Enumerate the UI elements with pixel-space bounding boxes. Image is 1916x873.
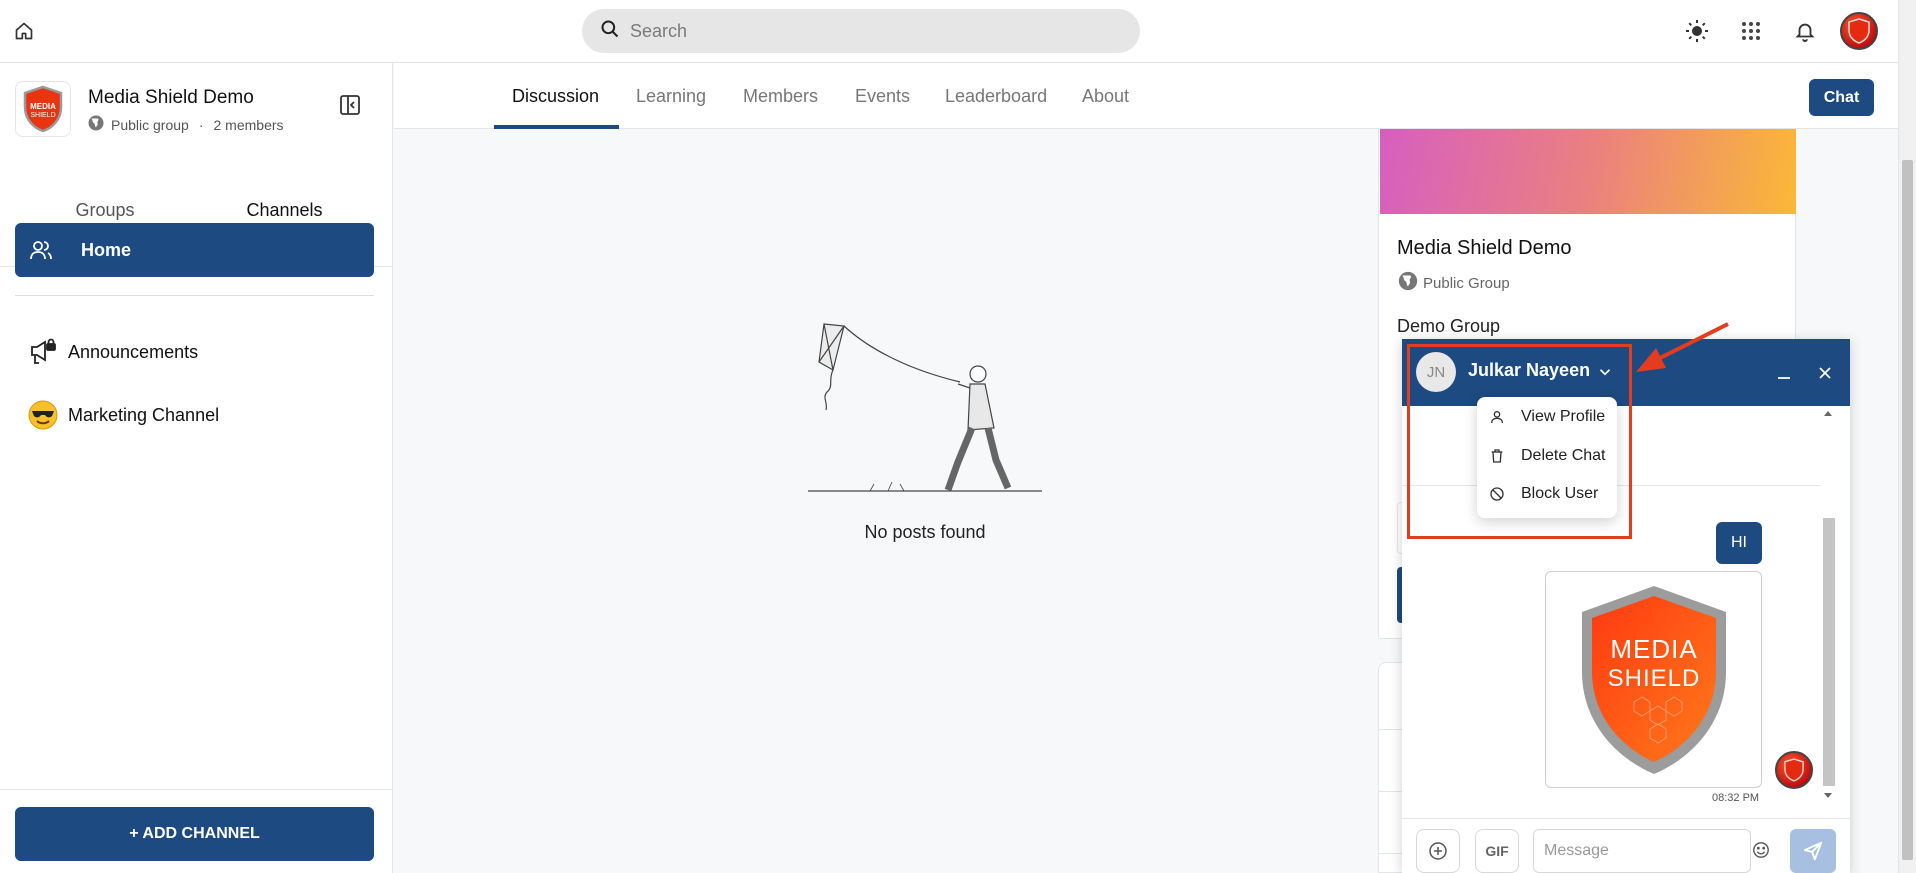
sidebar-item-label: Announcements bbox=[68, 341, 199, 362]
scroll-thumb[interactable] bbox=[1823, 518, 1835, 786]
tab-learning[interactable]: Learning bbox=[636, 63, 706, 129]
media-shield-logo-icon bbox=[1848, 18, 1870, 44]
add-attachment-button[interactable] bbox=[1416, 829, 1460, 873]
gif-button[interactable]: GIF bbox=[1475, 829, 1519, 873]
group-type: Public group bbox=[111, 116, 189, 133]
logo-text: MEDIA bbox=[1610, 634, 1697, 664]
collapse-sidebar-icon[interactable] bbox=[336, 91, 364, 119]
globe-icon bbox=[1397, 270, 1419, 296]
group-meta: Public group · 2 members bbox=[87, 114, 284, 135]
empty-state-text: No posts found bbox=[864, 522, 986, 542]
group-nav: Discussion Learning Members Events Leade… bbox=[394, 63, 1898, 129]
add-channel-button[interactable]: + ADD CHANNEL bbox=[15, 807, 374, 861]
divider bbox=[15, 295, 374, 296]
megaphone-lock-icon bbox=[27, 336, 59, 368]
search-icon bbox=[600, 19, 620, 44]
apps-grid-icon[interactable] bbox=[1736, 16, 1766, 46]
tab-members[interactable]: Members bbox=[743, 63, 818, 129]
meta-separator: · bbox=[198, 116, 204, 133]
close-icon[interactable] bbox=[1813, 361, 1837, 385]
search-input[interactable] bbox=[630, 20, 1110, 42]
chat-button[interactable]: Chat bbox=[1809, 79, 1874, 116]
tab-leaderboard[interactable]: Leaderboard bbox=[945, 63, 1047, 129]
empty-illustration bbox=[800, 310, 1050, 550]
message-image[interactable]: MEDIA SHIELD bbox=[1545, 571, 1762, 788]
sidebar-item-label: Marketing Channel bbox=[68, 404, 220, 425]
logo-text: MEDIA bbox=[30, 102, 56, 111]
page-scrollbar[interactable] bbox=[1898, 0, 1916, 873]
sidebar-item-marketing-channel[interactable]: Marketing Channel bbox=[15, 393, 374, 437]
kite-illustration-icon bbox=[808, 323, 1042, 492]
group-name: Media Shield Demo bbox=[88, 87, 254, 108]
scroll-up-icon[interactable] bbox=[1823, 409, 1833, 417]
logo-text: SHIELD bbox=[30, 112, 55, 119]
user-avatar[interactable] bbox=[1840, 12, 1878, 50]
sidebar-item-label: Home bbox=[81, 239, 132, 260]
sidebar-item-home[interactable]: Home bbox=[15, 223, 374, 277]
logo-text: SHIELD bbox=[1607, 665, 1700, 692]
users-icon bbox=[29, 239, 55, 261]
message-bubble[interactable]: HI bbox=[1716, 522, 1762, 564]
search-bar[interactable] bbox=[582, 9, 1140, 53]
globe-icon bbox=[87, 114, 105, 135]
member-count[interactable]: 2 members bbox=[214, 117, 284, 133]
plus-circle-icon bbox=[1429, 842, 1447, 860]
top-bar bbox=[0, 0, 1898, 63]
divider bbox=[0, 789, 392, 790]
tab-discussion[interactable]: Discussion bbox=[512, 63, 599, 129]
sidebar: MEDIA SHIELD Media Shield Demo Public gr… bbox=[0, 63, 393, 873]
sender-avatar bbox=[1775, 751, 1813, 789]
tab-events[interactable]: Events bbox=[855, 63, 910, 129]
send-icon bbox=[1803, 841, 1823, 861]
group-info-type: Public Group bbox=[1397, 270, 1510, 296]
tab-about[interactable]: About bbox=[1082, 63, 1129, 129]
group-description: Demo Group bbox=[1397, 316, 1501, 336]
media-shield-logo-icon: MEDIA SHIELD bbox=[23, 85, 63, 133]
send-button[interactable] bbox=[1790, 829, 1836, 873]
media-shield-logo-icon: MEDIA SHIELD bbox=[1581, 585, 1726, 774]
message-input[interactable] bbox=[1533, 829, 1751, 873]
group-type-label: Public Group bbox=[1423, 274, 1510, 292]
chat-scrollbar[interactable] bbox=[1820, 406, 1836, 806]
chat-input-bar: GIF bbox=[1402, 818, 1850, 873]
group-info-title: Media Shield Demo bbox=[1397, 237, 1572, 259]
bell-icon[interactable] bbox=[1790, 16, 1820, 46]
media-shield-logo-icon bbox=[1784, 758, 1804, 782]
active-tab-indicator bbox=[494, 125, 619, 129]
annotation-highlight-box bbox=[1407, 344, 1632, 539]
scroll-down-icon[interactable] bbox=[1823, 792, 1833, 800]
group-logo: MEDIA SHIELD bbox=[15, 81, 71, 137]
scroll-thumb[interactable] bbox=[1902, 160, 1913, 860]
home-icon[interactable] bbox=[10, 17, 38, 45]
message-timestamp: 08:32 PM bbox=[1712, 792, 1760, 804]
emoji-icon[interactable] bbox=[1750, 839, 1772, 861]
sunglasses-emoji-icon bbox=[27, 399, 59, 431]
sidebar-item-announcements[interactable]: Announcements bbox=[15, 330, 374, 374]
group-banner bbox=[1380, 129, 1796, 214]
minimize-icon[interactable] bbox=[1772, 361, 1796, 385]
sun-icon[interactable] bbox=[1682, 16, 1712, 46]
annotation-arrow-icon bbox=[1636, 322, 1729, 372]
